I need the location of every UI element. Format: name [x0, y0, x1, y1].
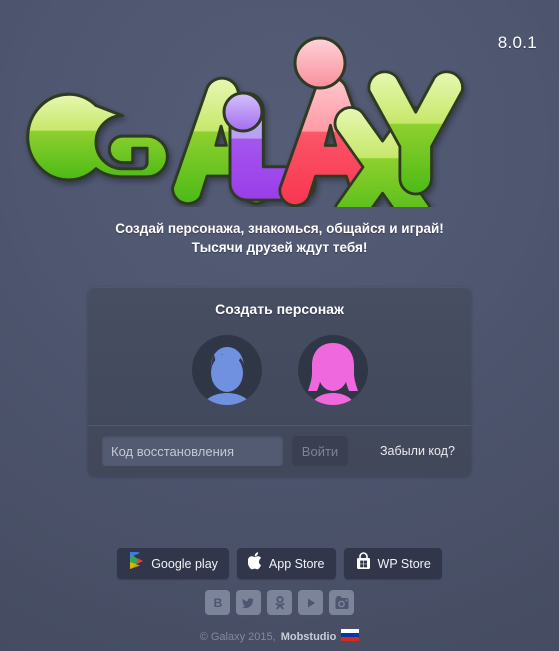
create-character-panel: Создать персонаж Войти Забыли код?	[88, 287, 471, 476]
avatar-selection-row	[88, 335, 471, 405]
logo-dot-pink	[293, 36, 347, 90]
wp-store-badge[interactable]: WP Store	[343, 548, 442, 579]
twitter-icon[interactable]	[236, 590, 261, 615]
google-play-badge[interactable]: Google play	[117, 548, 229, 579]
avatar-male[interactable]	[191, 335, 262, 405]
footer-brand: Mobstudio	[280, 630, 337, 643]
svg-text:В: В	[213, 596, 222, 610]
panel-title: Создать персонаж	[215, 301, 344, 317]
wp-store-label: WP Store	[377, 556, 431, 571]
app-store-label: App Store	[268, 556, 325, 571]
store-badges-row: Google play App Store WP Store	[0, 548, 559, 579]
galaxy-logo	[0, 32, 559, 229]
avatar-female[interactable]	[297, 335, 368, 405]
login-button[interactable]: Войти	[292, 436, 348, 466]
youtube-icon[interactable]	[298, 590, 323, 615]
google-play-icon	[128, 548, 145, 575]
tagline-line-1: Создай персонажа, знакомься, общайся и и…	[115, 221, 444, 236]
vk-icon[interactable]: В	[205, 590, 230, 615]
ok-icon[interactable]	[267, 590, 292, 615]
forgot-code-link[interactable]: Забыли код?	[380, 444, 455, 458]
logo-dot-purple	[222, 91, 264, 133]
recovery-code-input[interactable]	[102, 436, 283, 466]
app-store-badge[interactable]: App Store	[236, 548, 336, 579]
social-links-row: В	[0, 590, 559, 615]
tagline: Создай персонажа, знакомься, общайся и и…	[0, 219, 559, 257]
login-form-row: Войти Забыли код?	[88, 426, 471, 476]
russian-flag-icon	[341, 629, 360, 644]
apple-icon	[247, 552, 263, 575]
google-play-label: Google play	[151, 556, 218, 571]
windows-store-icon	[355, 552, 372, 575]
instagram-icon[interactable]	[329, 590, 354, 615]
tagline-line-2: Тысячи друзей ждут тебя!	[191, 240, 368, 255]
footer-copyright: © Galaxy 2015,	[199, 630, 276, 643]
footer: © Galaxy 2015, Mobstudio	[0, 629, 559, 644]
